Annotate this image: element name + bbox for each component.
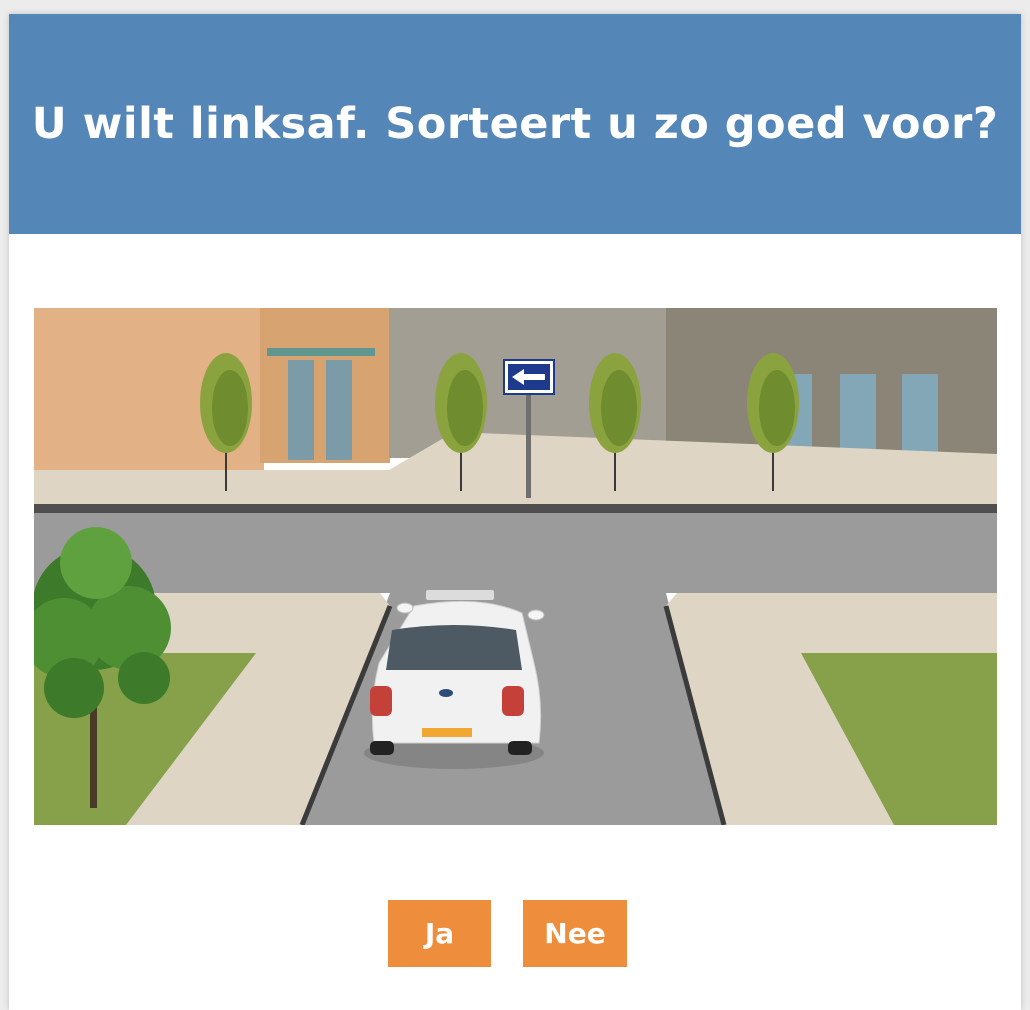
building-left-front <box>260 308 390 463</box>
answer-no-button[interactable]: Nee <box>523 900 627 967</box>
curb-far <box>34 504 997 513</box>
road-main <box>34 513 997 593</box>
question-header: U wilt linksaf. Sorteert u zo goed voor? <box>9 14 1021 234</box>
building-right <box>666 308 997 456</box>
window <box>840 374 876 454</box>
answer-yes-button[interactable]: Ja <box>388 900 491 967</box>
window <box>902 374 938 454</box>
question-title: U wilt linksaf. Sorteert u zo goed voor? <box>31 99 999 149</box>
traffic-scene-illustration <box>34 308 997 825</box>
door-left <box>288 360 314 460</box>
canopy <box>267 348 375 356</box>
door-right <box>326 360 352 460</box>
question-card: U wilt linksaf. Sorteert u zo goed voor? <box>9 14 1021 1010</box>
